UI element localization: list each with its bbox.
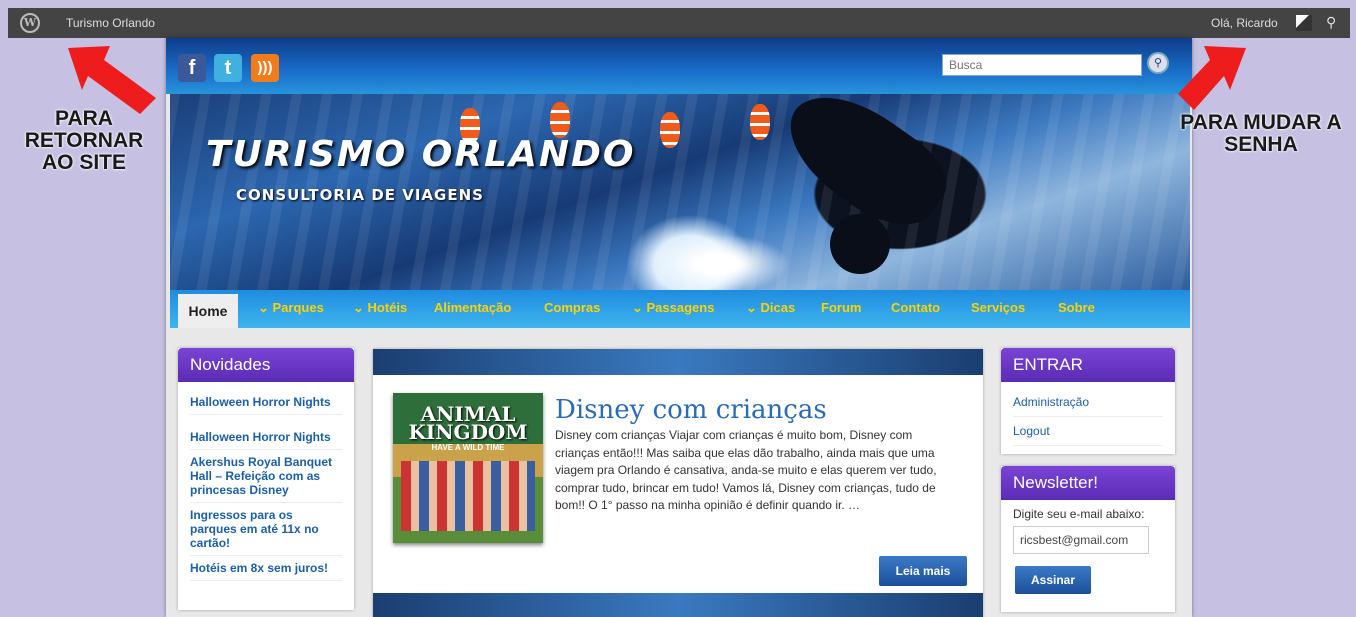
annotation-change-password: PARA MUDAR A SENHA xyxy=(1180,111,1342,156)
annotation-arrows xyxy=(68,46,1246,114)
arrow-left-icon xyxy=(68,46,156,114)
annotation-return-site: PARA RETORNAR AO SITE xyxy=(24,107,144,174)
arrow-right-icon xyxy=(1178,46,1246,110)
